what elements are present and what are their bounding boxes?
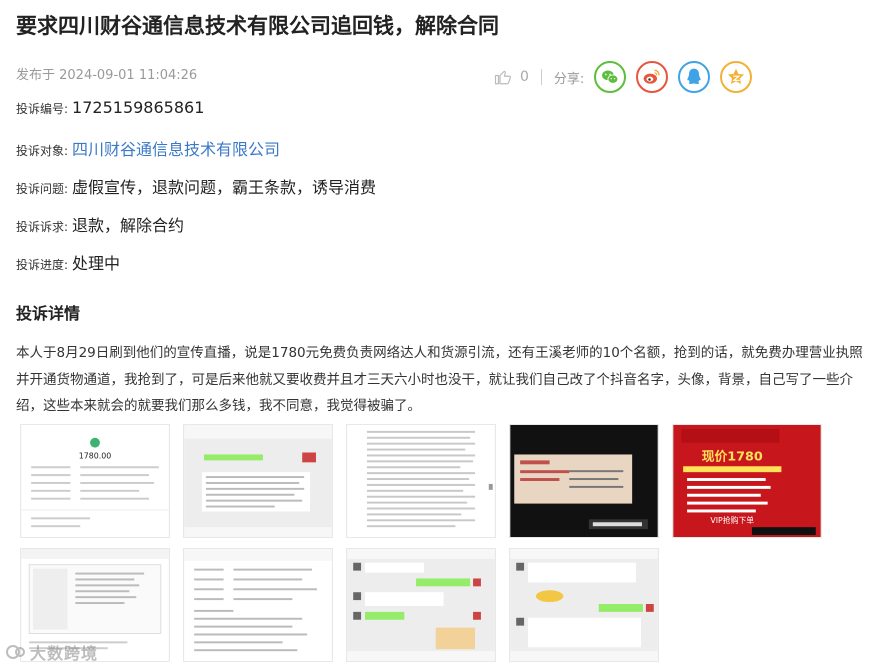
divider xyxy=(540,69,542,85)
gallery-image-4[interactable] xyxy=(509,424,659,538)
complaint-number-row: 投诉编号: 1725159865861 xyxy=(16,98,204,117)
gallery-image-7[interactable] xyxy=(183,548,333,662)
like-count: 0 xyxy=(520,69,529,85)
like-button[interactable]: 0 xyxy=(494,68,529,86)
share-qq-button[interactable] xyxy=(678,61,711,93)
qq-icon xyxy=(687,68,701,84)
complaint-issue-label: 投诉问题: xyxy=(16,182,69,196)
complaint-number-value: 1725159865861 xyxy=(72,98,205,117)
share-wechat-button[interactable] xyxy=(594,61,627,93)
wechat-icon xyxy=(602,70,619,84)
weibo-icon xyxy=(643,69,660,84)
gallery-image-3[interactable] xyxy=(346,424,496,538)
detail-text: 本人于8月29日刷到他们的宣传直播，说是1780元免费负责网络达人和货源引流，还… xyxy=(16,345,863,414)
chat-image-1 xyxy=(184,425,332,537)
chat-image-2 xyxy=(184,549,332,661)
complaint-target-row: 投诉对象: 四川财谷通信息技术有限公司 xyxy=(16,136,280,160)
gallery-image-8[interactable] xyxy=(346,548,496,662)
poster-price: 现价1780 xyxy=(702,449,763,464)
action-bar: 0 分享: xyxy=(494,61,753,93)
gallery-image-5[interactable]: 现价1780 VIP抢购下单 xyxy=(672,424,822,538)
chat-image-3 xyxy=(347,549,495,661)
watermark-logo-icon xyxy=(6,645,25,659)
gallery-image-1[interactable]: 1780.00 xyxy=(20,424,170,538)
page-title: 要求四川财谷通信息技术有限公司追回钱，解除合同 xyxy=(16,14,499,38)
publish-time: 发布于 2024-09-01 11:04:26 xyxy=(16,68,198,83)
detail-section-title: 投诉详情 xyxy=(16,304,81,323)
complaint-issue-value: 虚假宣传，退款问题，霸王条款，诱导消费 xyxy=(72,178,377,197)
receipt-amount: 1780.00 xyxy=(79,451,111,460)
watermark: 大数跨境 xyxy=(6,640,98,664)
poster-vip-label: VIP抢购下单 xyxy=(710,515,754,525)
complaint-progress-value: 处理中 xyxy=(72,254,121,273)
payment-receipt-image: 1780.00 xyxy=(21,425,169,537)
contract-document-image xyxy=(347,425,495,537)
qzone-icon xyxy=(728,68,745,84)
thumbs-up-icon xyxy=(494,70,511,85)
complaint-demand-row: 投诉诉求: 退款，解除合约 xyxy=(16,212,184,236)
complaint-issue-row: 投诉问题: 虚假宣传，退款问题，霸王条款，诱导消费 xyxy=(16,174,376,198)
complaint-target-link[interactable]: 四川财谷通信息技术有限公司 xyxy=(72,140,280,159)
live-stream-image-1 xyxy=(510,425,658,537)
gallery-image-9[interactable] xyxy=(509,548,659,662)
watermark-text: 大数跨境 xyxy=(30,644,99,663)
promo-poster-image: 现价1780 VIP抢购下单 xyxy=(673,425,821,537)
gallery-image-2[interactable] xyxy=(183,424,333,538)
complaint-number-label: 投诉编号: xyxy=(16,102,69,116)
chat-image-4 xyxy=(510,549,658,661)
complaint-demand-label: 投诉诉求: xyxy=(16,220,69,234)
share-qzone-button[interactable] xyxy=(720,61,753,93)
complaint-progress-label: 投诉进度: xyxy=(16,258,69,272)
complaint-target-label: 投诉对象: xyxy=(16,144,69,158)
meta-row: 发布于 2024-09-01 11:04:26 0 分享: xyxy=(16,61,768,93)
share-label: 分享: xyxy=(553,71,585,87)
complaint-demand-value: 退款，解除合约 xyxy=(72,216,185,235)
share-weibo-button[interactable] xyxy=(636,61,669,93)
complaint-progress-row: 投诉进度: 处理中 xyxy=(16,250,120,274)
